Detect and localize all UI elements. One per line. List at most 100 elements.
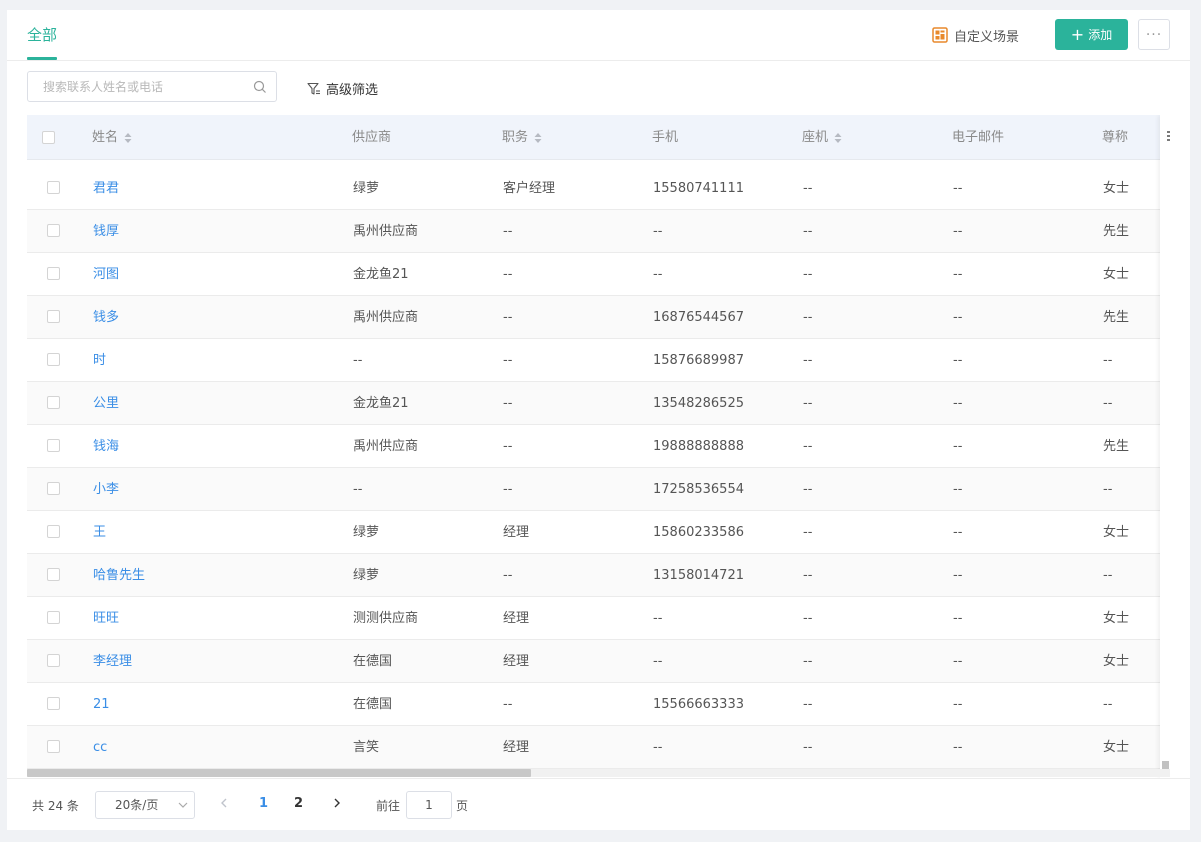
custom-scene-button[interactable]: 自定义场景 [932, 24, 1019, 46]
row-checkbox[interactable] [47, 310, 60, 323]
tab-active-indicator [27, 57, 57, 60]
horizontal-scrollbar[interactable] [27, 769, 1170, 777]
cell-supplier: 金龙鱼21 [353, 396, 409, 411]
row-checkbox[interactable] [47, 353, 60, 366]
sort-icon[interactable] [834, 132, 842, 144]
cell-name[interactable]: 钱多 [93, 296, 119, 339]
search-icon[interactable] [253, 80, 267, 94]
table-row: 旺旺 测测供应商 经理 -- -- -- 女士 [27, 597, 1170, 640]
cell-name[interactable]: 王 [93, 511, 106, 554]
cell-salutation: -- [1103, 396, 1113, 411]
page-number-2[interactable]: 2 [294, 796, 303, 811]
column-settings-panel [1160, 115, 1170, 778]
row-checkbox[interactable] [47, 697, 60, 710]
contacts-table: 姓名 供应商 职务 手机 座机 电子邮件 尊称 君君 绿萝 客户经理 15580741111 -- -… [27, 115, 1170, 778]
top-bar: 全部 自定义场景 + 添加 ··· [7, 10, 1190, 61]
next-page-button[interactable] [331, 795, 343, 811]
cell-email: -- [953, 740, 963, 755]
pagination-bar: 共 24 条 20条/页 1 2 前往 页 [7, 778, 1190, 830]
cell-name[interactable]: 李经理 [93, 640, 132, 683]
column-header-label: 尊称 [1102, 130, 1129, 145]
cell-salutation: 女士 [1103, 654, 1130, 669]
column-header-supplier: 供应商 [352, 115, 391, 160]
cell-mobile: 15566663333 [653, 697, 744, 712]
row-checkbox[interactable] [47, 525, 60, 538]
table-row: 王 绿萝 经理 15860233586 -- -- 女士 [27, 511, 1170, 554]
cell-landline: -- [803, 654, 813, 669]
sort-icon[interactable] [534, 132, 542, 144]
row-checkbox[interactable] [47, 267, 60, 280]
cell-mobile: 13158014721 [653, 568, 744, 583]
cell-mobile: -- [653, 654, 663, 669]
vertical-scrollbar-thumb[interactable] [1162, 761, 1169, 769]
column-header-mobile: 手机 [652, 115, 678, 160]
cell-email: -- [953, 568, 963, 583]
cell-name[interactable]: 君君 [93, 167, 119, 210]
cell-salutation: 女士 [1103, 740, 1130, 755]
row-checkbox[interactable] [47, 654, 60, 667]
advanced-filter-label: 高级筛选 [326, 83, 379, 98]
page-size-select[interactable]: 20条/页 [95, 791, 195, 819]
page-number-1[interactable]: 1 [259, 796, 268, 811]
add-button[interactable]: + 添加 [1055, 19, 1128, 50]
column-header-name[interactable]: 姓名 [92, 115, 132, 160]
cell-mobile: -- [653, 611, 663, 626]
cell-supplier: 绿萝 [353, 568, 380, 583]
select-all-checkbox[interactable] [42, 131, 55, 144]
cell-email: -- [953, 353, 963, 368]
table-row: 河图 金龙鱼21 -- -- -- -- 女士 [27, 253, 1170, 296]
row-checkbox[interactable] [47, 611, 60, 624]
row-checkbox[interactable] [47, 396, 60, 409]
prev-page-button[interactable] [218, 795, 230, 811]
cell-salutation: -- [1103, 482, 1113, 497]
row-checkbox[interactable] [47, 181, 60, 194]
cell-name[interactable]: 时 [93, 339, 106, 382]
cell-email: -- [953, 654, 963, 669]
tab-all[interactable]: 全部 [27, 24, 57, 45]
cell-salutation: 先生 [1103, 224, 1130, 239]
cell-name[interactable]: 钱厚 [93, 210, 119, 253]
cell-supplier: 在德国 [353, 654, 393, 669]
cell-title: -- [503, 396, 513, 411]
cell-email: -- [953, 482, 963, 497]
advanced-filter-button[interactable]: 高级筛选 [307, 79, 378, 98]
row-checkbox[interactable] [47, 482, 60, 495]
cell-landline: -- [803, 439, 813, 454]
main-panel: 全部 自定义场景 + 添加 ··· 搜索联系人姓名或电话 高级筛选 姓名 供应商… [7, 10, 1190, 830]
cell-email: -- [953, 224, 963, 239]
cell-name[interactable]: 21 [93, 683, 110, 726]
cell-name[interactable]: 河图 [93, 253, 119, 296]
column-header-landline[interactable]: 座机 [802, 115, 842, 160]
row-checkbox[interactable] [47, 740, 60, 753]
sort-icon[interactable] [124, 132, 132, 144]
cell-mobile: 15876689987 [653, 353, 744, 368]
cell-name[interactable]: 公里 [93, 382, 119, 425]
cell-name[interactable]: 小李 [93, 468, 119, 511]
chevron-down-icon [178, 802, 188, 808]
cell-supplier: 在德国 [353, 697, 393, 712]
column-header-label: 电子邮件 [952, 130, 1005, 145]
row-checkbox[interactable] [47, 224, 60, 237]
row-checkbox[interactable] [47, 439, 60, 452]
cell-name[interactable]: 旺旺 [93, 597, 119, 640]
table-row: 钱多 禹州供应商 -- 16876544567 -- -- 先生 [27, 296, 1170, 339]
search-input[interactable] [28, 72, 248, 101]
row-checkbox[interactable] [47, 568, 60, 581]
cell-name[interactable]: cc [93, 726, 107, 769]
more-options-button[interactable]: ··· [1138, 19, 1170, 50]
cell-title: -- [503, 439, 513, 454]
goto-page-input[interactable] [406, 791, 452, 819]
horizontal-scrollbar-thumb[interactable] [27, 769, 531, 777]
cell-title: 经理 [503, 525, 530, 540]
cell-landline: -- [803, 568, 813, 583]
cell-name[interactable]: 哈鲁先生 [93, 554, 145, 597]
cell-title: -- [503, 482, 513, 497]
column-header-label: 职务 [502, 130, 529, 145]
cell-title: -- [503, 224, 513, 239]
cell-email: -- [953, 525, 963, 540]
cell-name[interactable]: 钱海 [93, 425, 119, 468]
table-row: 钱厚 禹州供应商 -- -- -- -- 先生 [27, 210, 1170, 253]
column-header-title[interactable]: 职务 [502, 115, 542, 160]
column-settings-icon[interactable] [1166, 129, 1170, 145]
table-row: 时 -- -- 15876689987 -- -- -- [27, 339, 1170, 382]
